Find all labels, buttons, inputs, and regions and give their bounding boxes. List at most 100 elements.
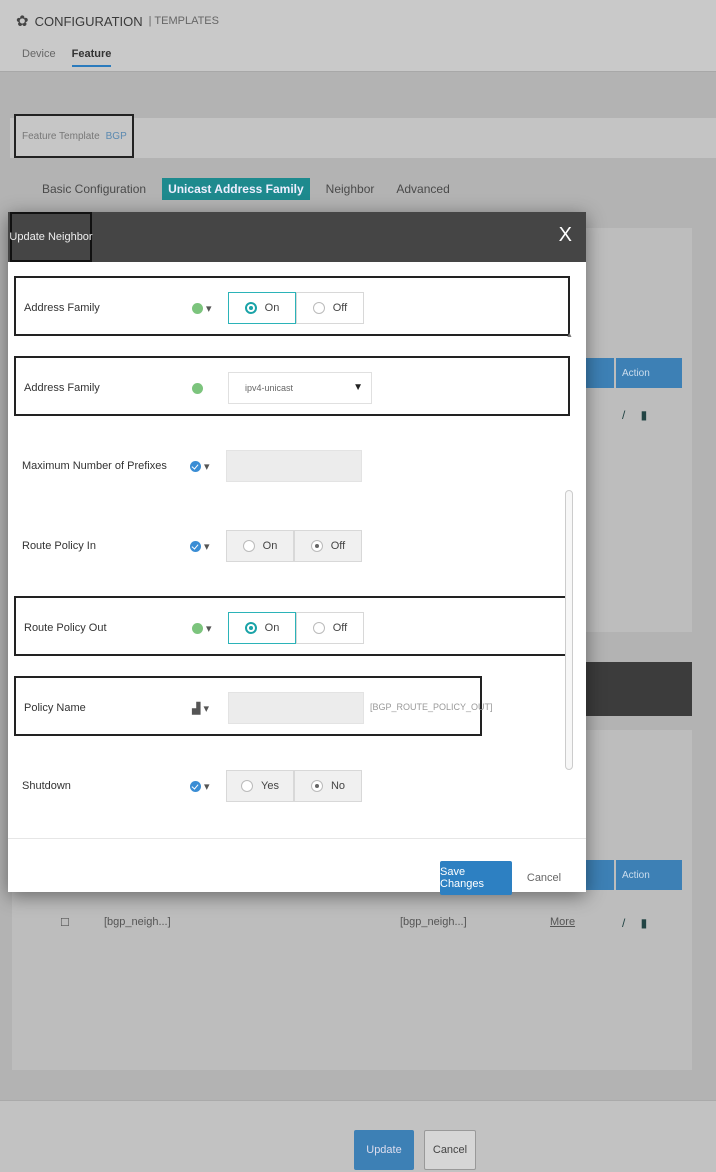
toggle-on-label: On <box>264 302 280 314</box>
modal-scrollbar[interactable]: ▲ ▼ <box>564 320 576 838</box>
toggle-off-label: Off <box>332 622 348 634</box>
shutdown-toggle[interactable]: Yes No <box>226 770 362 802</box>
radio-off-icon <box>242 540 255 552</box>
radio-selected-icon <box>310 780 323 792</box>
shutdown-row: Shutdown ▾ Yes No <box>14 756 570 816</box>
tab-basic-configuration[interactable]: Basic Configuration <box>36 178 152 200</box>
row-actions[interactable]: / ▮ <box>622 916 653 930</box>
template-tabs: Device Feature <box>22 48 112 67</box>
device-specific-icon: ▟ <box>192 702 201 715</box>
radio-off-icon <box>241 780 254 792</box>
toggle-no-label: No <box>330 780 346 792</box>
scope-dropdown[interactable]: ▾ <box>190 516 226 576</box>
toggle-yes[interactable]: Yes <box>226 770 294 802</box>
toggle-no[interactable]: No <box>294 770 362 802</box>
policy-name-row: Policy Name ▟ ▾ [BGP_ROUTE_POLICY_OUT] <box>14 676 493 738</box>
default-scope-icon <box>192 302 203 314</box>
toggle-off[interactable]: Off <box>294 530 362 562</box>
close-icon[interactable]: X <box>559 224 572 247</box>
scope-dropdown[interactable]: ▾ <box>190 756 226 816</box>
update-button[interactable]: Update <box>354 1130 414 1170</box>
toggle-on-label: On <box>262 540 278 552</box>
footer-cancel-button[interactable]: Cancel <box>424 1130 476 1170</box>
cancel-button[interactable]: Cancel <box>524 861 564 895</box>
toggle-yes-label: Yes <box>261 780 279 792</box>
chevron-down-icon: ▾ <box>206 622 212 635</box>
page-title-text: CONFIGURATION <box>34 13 143 29</box>
toggle-on[interactable]: On <box>226 530 294 562</box>
tab-unicast-address-family[interactable]: Unicast Address Family <box>162 178 310 200</box>
row-more-link[interactable]: More <box>550 916 575 928</box>
gear-icon: ✿ <box>16 13 29 30</box>
field-label: Address Family <box>24 382 100 394</box>
field-label: Policy Name <box>24 702 86 714</box>
field-label: Maximum Number of Prefixes <box>22 460 167 472</box>
field-label: Address Family <box>24 302 100 314</box>
address-family-toggle[interactable]: On Off <box>228 292 364 324</box>
modal-header: Update Neighbor X <box>8 212 586 262</box>
address-family-select-row: Address Family ipv4-unicast ▼ <box>14 356 570 416</box>
global-scope-icon <box>190 460 201 472</box>
scope-dropdown[interactable]: ▾ <box>192 598 228 658</box>
table-header-cell <box>584 860 614 890</box>
breadcrumb: Feature Template BGP <box>14 114 134 158</box>
table-header-cell <box>584 358 614 388</box>
radio-off-icon <box>312 622 325 634</box>
page-subtitle: | TEMPLATES <box>148 15 219 27</box>
modal-body: Address Family ▾ On Off Address Family i… <box>8 262 586 838</box>
update-neighbor-modal: Update Neighbor X Address Family ▾ On Of… <box>8 212 586 895</box>
address-family-toggle-row: Address Family ▾ On Off <box>14 276 570 336</box>
toggle-on-label: On <box>264 622 280 634</box>
modal-title: Update Neighbor <box>9 212 93 262</box>
select-value: ipv4-unicast <box>245 383 294 393</box>
tab-feature[interactable]: Feature <box>71 48 112 67</box>
radio-on-icon <box>244 622 257 634</box>
modal-footer: Save Changes Cancel <box>8 838 586 895</box>
scope-indicator <box>192 358 228 418</box>
route-policy-in-toggle[interactable]: On Off <box>226 530 362 562</box>
scroll-up-icon[interactable]: ▲ <box>566 332 573 339</box>
field-label: Route Policy In <box>22 540 96 552</box>
table-header-action: Action <box>616 860 682 890</box>
default-scope-icon <box>192 622 203 634</box>
tab-device[interactable]: Device <box>22 48 56 67</box>
breadcrumb-current: BGP <box>105 130 127 142</box>
field-label: Shutdown <box>22 780 71 792</box>
page-title: ✿ CONFIGURATION | TEMPLATES <box>16 12 219 30</box>
field-label: Route Policy Out <box>24 622 107 634</box>
toggle-on[interactable]: On <box>228 292 296 324</box>
address-family-select[interactable]: ipv4-unicast ▼ <box>228 372 372 404</box>
max-prefixes-row: Maximum Number of Prefixes ▾ <box>14 436 570 496</box>
radio-off-icon <box>312 302 325 314</box>
scrollbar-thumb[interactable] <box>565 490 573 770</box>
radio-selected-icon <box>310 540 323 552</box>
row-neighbor: [bgp_neigh...] <box>104 916 171 928</box>
row-checkbox[interactable]: ☐ <box>60 916 70 929</box>
toggle-off-label: Off <box>332 302 348 314</box>
toggle-off[interactable]: Off <box>296 292 364 324</box>
table-row: ☐ [bgp_neigh...] [bgp_neigh...] More <box>60 906 616 940</box>
policy-name-input[interactable] <box>228 692 364 724</box>
route-policy-out-row: Route Policy Out ▾ On Off <box>14 596 570 656</box>
row-actions[interactable]: / ▮ <box>622 408 653 422</box>
toggle-on[interactable]: On <box>228 612 296 644</box>
tab-advanced[interactable]: Advanced <box>390 178 455 200</box>
row-neighbor-2: [bgp_neigh...] <box>400 916 467 928</box>
toggle-off[interactable]: Off <box>296 612 364 644</box>
feature-tabs: Basic Configuration Unicast Address Fami… <box>36 178 456 200</box>
chevron-down-icon: ▾ <box>206 302 212 315</box>
chevron-down-icon: ▾ <box>203 702 209 715</box>
default-scope-icon <box>192 382 203 394</box>
chevron-down-icon: ▾ <box>204 460 210 473</box>
scope-dropdown[interactable]: ▾ <box>190 436 226 496</box>
variable-name: [BGP_ROUTE_POLICY_OUT] <box>370 702 493 712</box>
radio-on-icon <box>244 302 257 314</box>
tab-neighbor[interactable]: Neighbor <box>320 178 381 200</box>
max-prefixes-input[interactable] <box>226 450 362 482</box>
save-changes-button[interactable]: Save Changes <box>440 861 512 895</box>
route-policy-out-toggle[interactable]: On Off <box>228 612 364 644</box>
caret-down-icon: ▼ <box>353 382 363 393</box>
scope-dropdown[interactable]: ▾ <box>192 278 228 338</box>
scope-dropdown[interactable]: ▟ ▾ <box>192 678 228 738</box>
breadcrumb-label[interactable]: Feature Template <box>22 131 100 142</box>
